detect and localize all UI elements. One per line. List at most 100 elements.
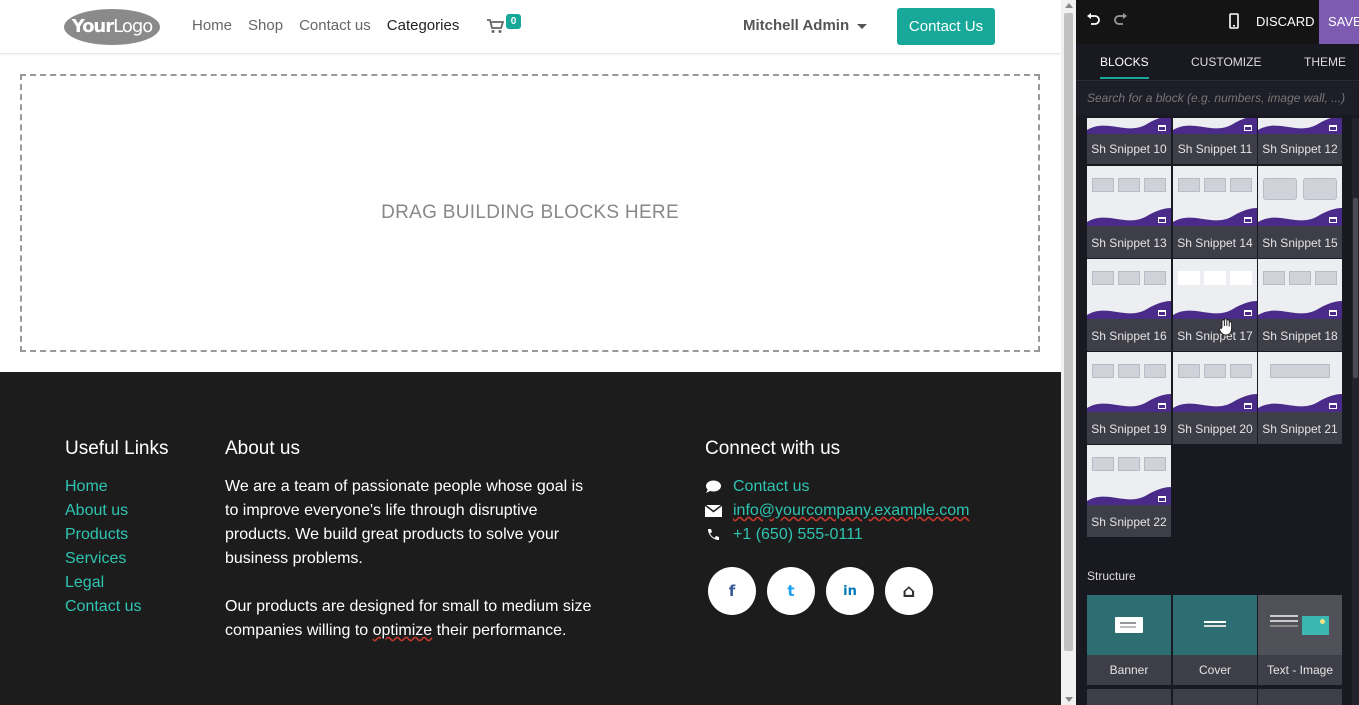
twitter-icon[interactable]: t [767, 567, 815, 615]
snippet-card [1092, 457, 1114, 471]
about-paragraph-1: We are a team of passionate people whose… [225, 478, 584, 567]
drop-zone[interactable]: DRAG BUILDING BLOCKS HERE [20, 74, 1040, 352]
structure-block-cover[interactable]: Cover [1173, 595, 1257, 685]
snippet-block[interactable]: Sh Snippet 12 [1258, 118, 1342, 164]
linkedin-icon[interactable]: in [826, 567, 874, 615]
discard-button[interactable]: DISCARD [1256, 14, 1315, 29]
snippet-card [1144, 457, 1166, 471]
structure-block-partial[interactable] [1173, 689, 1257, 705]
phone-link[interactable]: +1 (650) 555-0111 [733, 523, 863, 547]
snippet-thumbnail [1258, 118, 1342, 134]
page-scrollbar[interactable] [1061, 0, 1076, 705]
snippet-label: Sh Snippet 22 [1091, 515, 1167, 529]
footer-link-about[interactable]: About us [65, 499, 169, 523]
snippet-cards [1263, 178, 1337, 200]
about-text-end: their performance. [432, 622, 567, 639]
email-link[interactable]: info@yourcompany.example.com [733, 499, 970, 523]
snippet-thumbnail [1173, 166, 1257, 226]
snippet-card [1230, 178, 1252, 192]
structure-block-partial[interactable] [1258, 689, 1342, 705]
cart-count-badge: 0 [506, 14, 521, 29]
snippet-cards [1263, 364, 1337, 378]
tab-theme[interactable]: THEME [1304, 55, 1346, 69]
snippet-block[interactable]: Sh Snippet 16 [1087, 259, 1171, 351]
snippet-block[interactable]: Sh Snippet 10 [1087, 118, 1171, 164]
snippet-brand-icon [1329, 125, 1337, 131]
footer-link-home[interactable]: Home [65, 475, 169, 499]
website-preview: YourLogo Home Shop Contact us Categories… [0, 0, 1061, 705]
facebook-icon[interactable]: f [708, 567, 756, 615]
snippet-thumbnail [1173, 352, 1257, 412]
hand-cursor-icon [1218, 318, 1233, 336]
tab-blocks[interactable]: BLOCKS [1100, 55, 1149, 69]
cart-icon [487, 19, 504, 33]
snippet-card [1204, 178, 1226, 192]
snippet-block[interactable]: Sh Snippet 11 [1173, 118, 1257, 164]
menu-item-shop[interactable]: Shop [248, 17, 283, 34]
footer-link-contact[interactable]: Contact us [65, 595, 169, 619]
snippet-brand-icon [1158, 496, 1166, 502]
snippet-card [1263, 271, 1285, 285]
home-icon[interactable]: ⌂ [885, 567, 933, 615]
cart-button[interactable]: 0 [487, 14, 523, 38]
scroll-up-arrow-icon[interactable] [1065, 3, 1073, 8]
panel-scrollbar-thumb[interactable] [1353, 198, 1358, 378]
scrollbar-thumb[interactable] [1064, 13, 1073, 651]
save-button[interactable]: SAVE [1319, 0, 1359, 44]
snippet-brand-icon [1158, 217, 1166, 223]
footer: Useful Links Home About us Products Serv… [0, 372, 1061, 705]
editor-tabs: BLOCKS CUSTOMIZE THEME [1076, 44, 1359, 81]
envelope-icon [705, 505, 722, 517]
snippet-block[interactable]: Sh Snippet 17 [1173, 259, 1257, 351]
cover-preview-icon [1204, 621, 1226, 623]
snippet-card [1118, 457, 1140, 471]
snippet-label: Sh Snippet 13 [1091, 236, 1167, 250]
snippet-block[interactable]: Sh Snippet 13 [1087, 166, 1171, 258]
snippet-block[interactable]: Sh Snippet 18 [1258, 259, 1342, 351]
menu-item-home[interactable]: Home [192, 17, 232, 34]
company-logo[interactable]: YourLogo [64, 9, 160, 45]
structure-block-banner[interactable]: Banner [1087, 595, 1171, 685]
snippet-block[interactable]: Sh Snippet 14 [1173, 166, 1257, 258]
snippet-card [1118, 178, 1140, 192]
scroll-down-arrow-icon[interactable] [1065, 697, 1073, 702]
snippet-block[interactable]: Sh Snippet 20 [1173, 352, 1257, 444]
snippet-card [1270, 364, 1330, 378]
snippet-thumbnail [1087, 166, 1171, 226]
user-menu[interactable]: Mitchell Admin [743, 17, 868, 34]
menu-item-categories[interactable]: Categories [387, 17, 460, 34]
phone-icon [708, 529, 719, 540]
snippet-cards [1092, 271, 1166, 285]
menu-item-contact[interactable]: Contact us [299, 17, 371, 34]
mobile-preview-icon[interactable] [1229, 13, 1239, 29]
snippet-label: Sh Snippet 18 [1262, 329, 1338, 343]
snippet-brand-icon [1244, 217, 1252, 223]
undo-icon[interactable] [1086, 13, 1100, 27]
redo-icon[interactable] [1114, 13, 1128, 27]
panel-scrollbar[interactable] [1352, 118, 1359, 705]
snippet-block[interactable]: Sh Snippet 22 [1087, 445, 1171, 537]
snippet-card [1315, 271, 1337, 285]
tab-customize[interactable]: CUSTOMIZE [1191, 55, 1261, 69]
contact-link[interactable]: Contact us [733, 475, 809, 499]
snippet-card [1092, 364, 1114, 378]
snippet-cards [1263, 271, 1337, 285]
contact-us-button[interactable]: Contact Us [897, 8, 995, 45]
social-links: f t in ⌂ [708, 567, 944, 615]
contact-row-email: info@yourcompany.example.com [705, 499, 970, 523]
snippet-block[interactable]: Sh Snippet 19 [1087, 352, 1171, 444]
contact-row-phone: +1 (650) 555-0111 [705, 523, 970, 547]
footer-link-products[interactable]: Products [65, 523, 169, 547]
snippet-card [1289, 271, 1311, 285]
snippet-block[interactable]: Sh Snippet 15 [1258, 166, 1342, 258]
snippet-card [1178, 178, 1200, 192]
block-search-input[interactable]: Search for a block (e.g. numbers, image … [1076, 82, 1359, 115]
structure-block-partial[interactable] [1087, 689, 1171, 705]
snippet-label: Sh Snippet 19 [1091, 422, 1167, 436]
snippet-block[interactable]: Sh Snippet 21 [1258, 352, 1342, 444]
user-name: Mitchell Admin [743, 17, 850, 34]
snippet-brand-icon [1329, 310, 1337, 316]
footer-link-legal[interactable]: Legal [65, 571, 169, 595]
footer-link-services[interactable]: Services [65, 547, 169, 571]
structure-block-text-image[interactable]: Text - Image [1258, 595, 1342, 685]
